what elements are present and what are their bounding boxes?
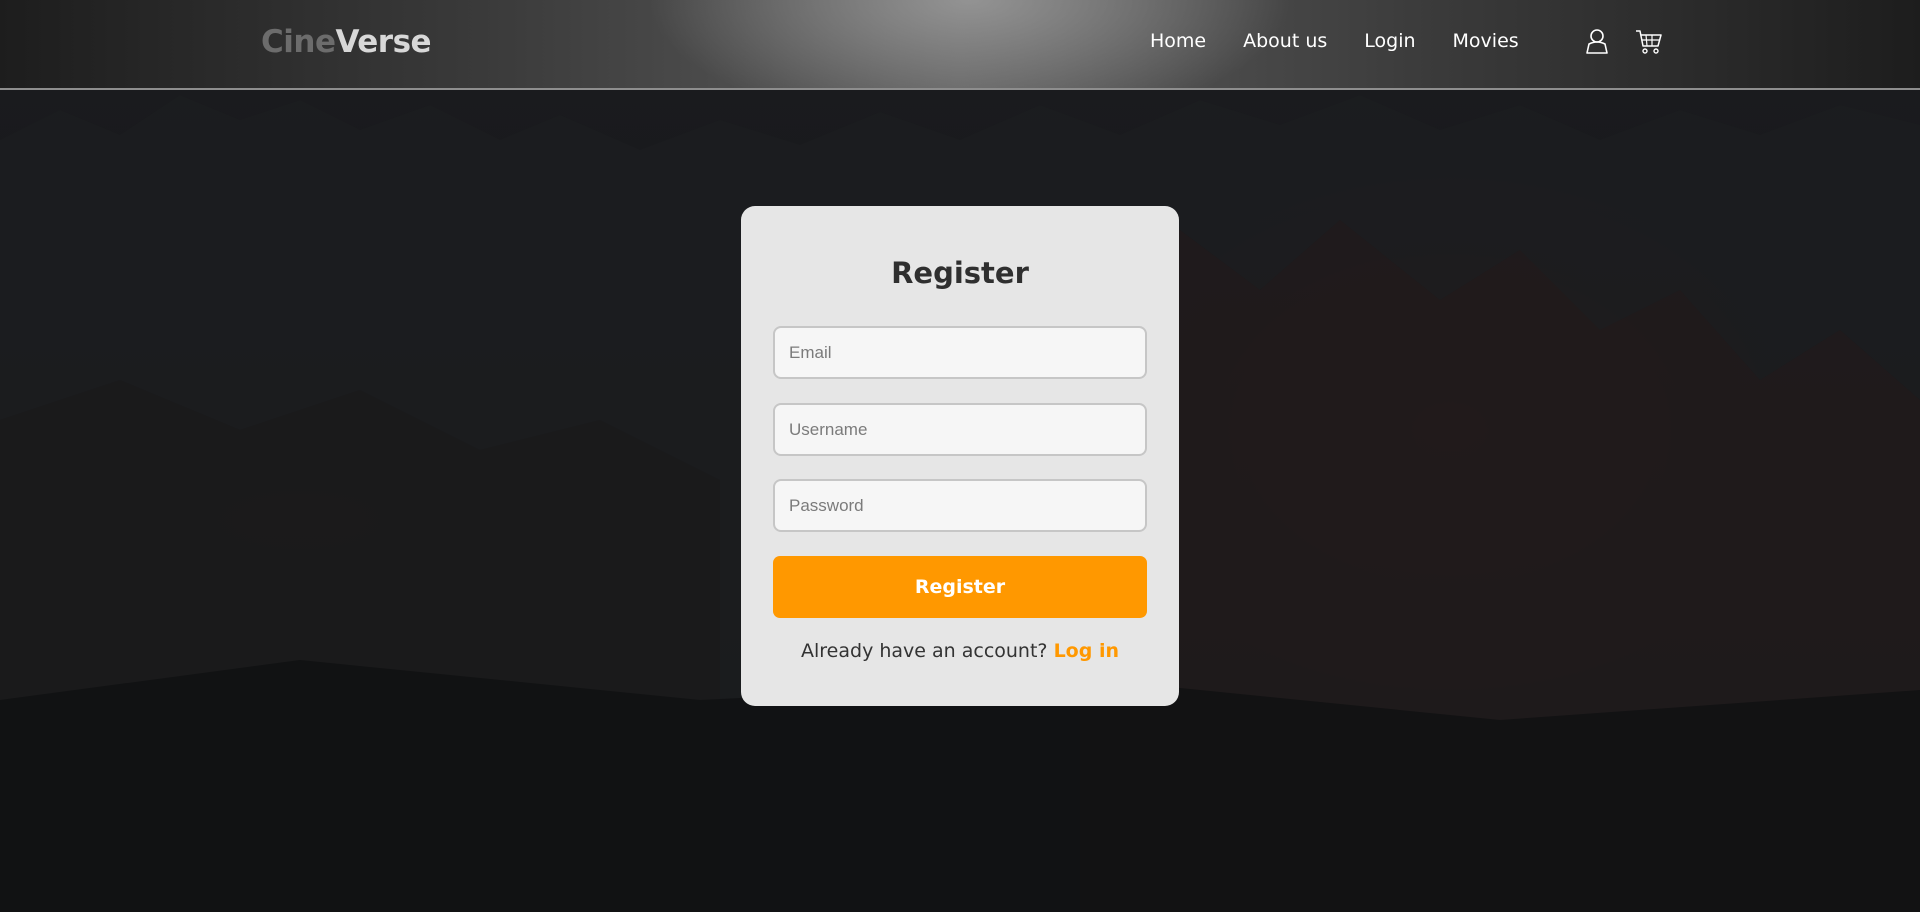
email-field[interactable] <box>773 326 1147 379</box>
brand-logo[interactable]: CineVerse <box>261 24 432 60</box>
register-button[interactable]: Register <box>773 556 1147 618</box>
username-field[interactable] <box>773 403 1147 456</box>
brand-logo-part1: Cine <box>261 24 336 60</box>
main-nav: Home About us Login Movies <box>1150 30 1556 52</box>
nav-item-login[interactable]: Login <box>1364 30 1415 52</box>
register-title: Register <box>891 256 1029 290</box>
user-icon[interactable] <box>1582 26 1612 60</box>
register-card: Register Register Already have an accoun… <box>741 206 1179 706</box>
site-header: CineVerse Home About us Login Movies <box>0 0 1920 90</box>
nav-item-movies[interactable]: Movies <box>1453 30 1519 52</box>
nav-icons <box>1582 26 1686 60</box>
login-prompt-text: Already have an account? <box>801 640 1048 662</box>
nav-item-about-us[interactable]: About us <box>1243 30 1327 52</box>
brand-logo-part2: Verse <box>335 24 432 60</box>
login-link[interactable]: Log in <box>1054 640 1119 662</box>
login-prompt: Already have an account? Log in <box>741 640 1179 662</box>
password-field[interactable] <box>773 479 1147 532</box>
nav-item-home[interactable]: Home <box>1150 30 1206 52</box>
cart-icon[interactable] <box>1634 26 1664 60</box>
